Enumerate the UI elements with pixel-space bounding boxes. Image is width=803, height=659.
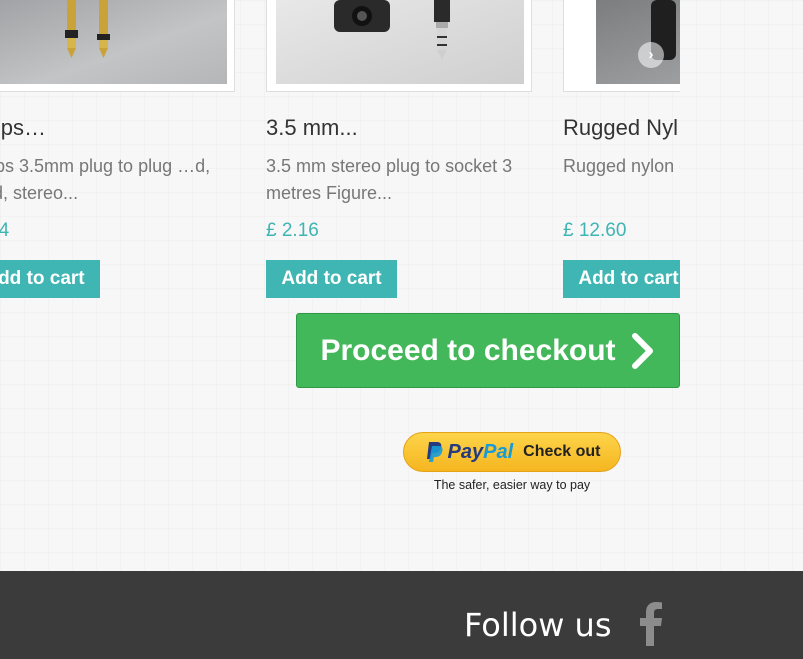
add-to-cart-button[interactable]: Add to cart bbox=[266, 260, 397, 298]
product-description: Rugged nylon enclosure for bbox=[563, 156, 680, 176]
product-thumbnail[interactable]: › bbox=[563, 0, 680, 92]
product-title[interactable]: Rugged Nyl… bbox=[563, 115, 680, 141]
add-to-cart-button[interactable]: Add to cart bbox=[563, 260, 680, 298]
checkout-label: Proceed to checkout bbox=[320, 333, 616, 367]
paypal-icon bbox=[426, 442, 443, 462]
product-title[interactable]: …lips… bbox=[0, 115, 46, 141]
product-carousel: …lips… …lips 3.5mm plug to plug …d, gold… bbox=[0, 0, 680, 300]
follow-us-label: Follow us bbox=[464, 606, 612, 644]
facebook-icon[interactable] bbox=[636, 602, 666, 646]
product-price: £ 2.16 bbox=[266, 220, 319, 241]
paypal-brand-pal: Pal bbox=[483, 440, 514, 463]
paypal-button-label: Check out bbox=[523, 443, 601, 460]
proceed-to-checkout-button[interactable]: Proceed to checkout bbox=[296, 313, 680, 388]
product-description: …lips 3.5mm plug to plug …d, gold, stere… bbox=[0, 156, 211, 203]
product-thumbnail[interactable] bbox=[0, 0, 235, 92]
paypal-brand: PayPal bbox=[448, 441, 514, 464]
footer bbox=[0, 571, 803, 659]
product-image bbox=[276, 0, 524, 84]
add-to-cart-button[interactable]: Add to cart bbox=[0, 260, 100, 298]
product-image bbox=[0, 0, 227, 84]
product-description: 3.5 mm stereo plug to socket 3 metres Fi… bbox=[266, 156, 513, 203]
chevron-right-icon bbox=[631, 332, 653, 369]
paypal-tagline: The safer, easier way to pay bbox=[433, 478, 591, 492]
product-thumbnail[interactable] bbox=[266, 0, 532, 92]
product-title[interactable]: 3.5 mm... bbox=[266, 115, 358, 141]
carousel-next-icon[interactable]: › bbox=[638, 42, 664, 68]
paypal-brand-pay: Pay bbox=[447, 440, 484, 463]
product-image bbox=[596, 0, 680, 84]
paypal-checkout-button[interactable]: PayPal Check out bbox=[403, 432, 621, 472]
product-price: £ 12.60 bbox=[563, 220, 627, 241]
product-price: …84 bbox=[0, 220, 10, 241]
